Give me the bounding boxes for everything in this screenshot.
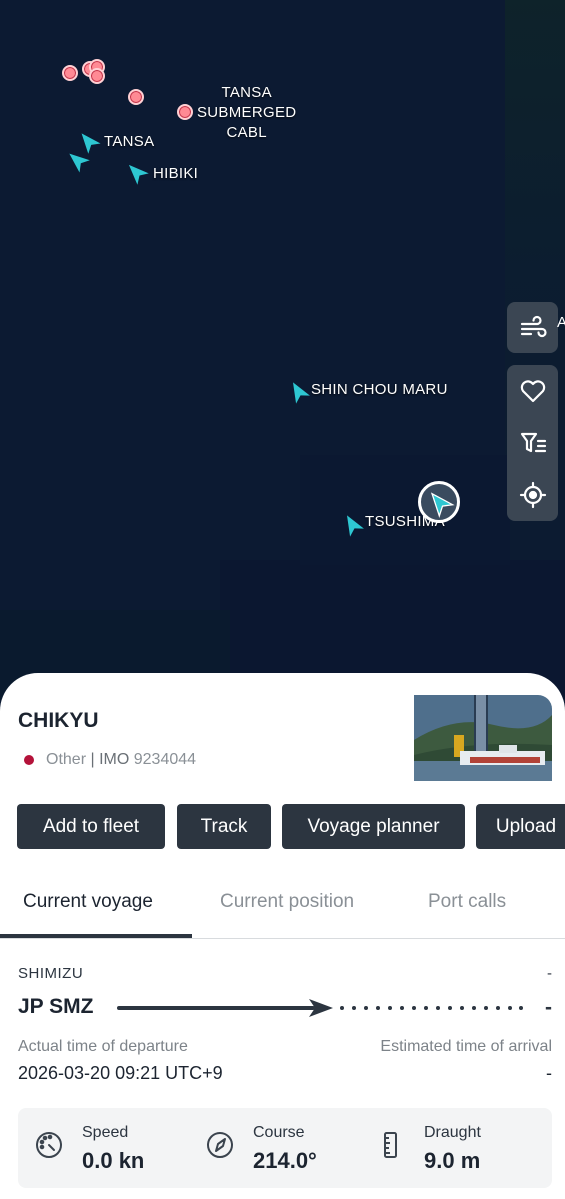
map-label-shin-chou-maru: SHIN CHOU MARU (311, 381, 448, 398)
map-label-hibiki: HIBIKI (153, 165, 199, 182)
voyage-planner-button[interactable]: Voyage planner (282, 804, 465, 849)
tab-current-position[interactable]: Current position (220, 891, 354, 913)
action-bar: Add to fleet Track Voyage planner Upload (17, 804, 565, 850)
tab-port-calls[interactable]: Port calls (428, 891, 506, 913)
course-value: 214.0° (253, 1148, 317, 1173)
map-marker-dot[interactable] (128, 89, 144, 105)
heart-icon[interactable] (513, 371, 553, 411)
departure-code[interactable]: JP SMZ (18, 995, 93, 1019)
ship-marker-icon[interactable] (282, 375, 315, 408)
map-label-tansa: TANSA (104, 133, 155, 150)
wind-layer-button[interactable] (507, 302, 558, 353)
compass-icon (207, 1132, 233, 1158)
depth-shade (300, 455, 510, 565)
atd-label: Actual time of departure (18, 1038, 188, 1055)
map-marker-dot[interactable] (62, 65, 78, 81)
upload-button[interactable]: Upload (476, 804, 565, 849)
meta-separator: | (90, 751, 95, 768)
tab-current-voyage[interactable]: Current voyage (23, 891, 153, 913)
eta-label: Estimated time of arrival (380, 1038, 552, 1055)
vessel-stats: Speed 0.0 kn Course 214.0° Draught 9.0 m (18, 1108, 552, 1188)
add-to-fleet-button[interactable]: Add to fleet (17, 804, 165, 849)
arrival-code[interactable]: - (545, 996, 552, 1020)
speed-label: Speed (82, 1124, 129, 1141)
course-label: Course (253, 1124, 305, 1141)
vessel-meta: Other | IMO 9234044 (46, 751, 196, 769)
draught-label: Draught (424, 1124, 481, 1141)
selected-vessel-marker-icon[interactable] (418, 481, 460, 523)
wind-icon (513, 308, 553, 348)
vessel-photo[interactable] (414, 695, 552, 781)
imo-value: 9234044 (133, 751, 197, 768)
eta-value: - (546, 1063, 552, 1083)
vessel-type: Other (46, 751, 87, 768)
map-label-tansa-cable: TANSA SUBMERGED CABL (197, 84, 297, 141)
vessel-name: CHIKYU (18, 709, 99, 732)
active-tab-indicator (0, 934, 192, 938)
map-controls-group (507, 365, 558, 521)
speed-value: 0.0 kn (82, 1148, 145, 1173)
ruler-icon (384, 1132, 397, 1158)
route-progress-icon (117, 999, 523, 1017)
locate-icon[interactable] (513, 475, 553, 515)
arrival-port: - (547, 965, 552, 982)
departure-port: SHIMIZU (18, 965, 84, 982)
imo-label: IMO (99, 751, 130, 768)
map-marker-dot[interactable] (177, 104, 193, 120)
track-button[interactable]: Track (177, 804, 271, 849)
draught-value: 9.0 m (424, 1148, 481, 1173)
map-view[interactable]: TANSA SUBMERGED CABL TANSA HIBIKI SHIN C… (0, 0, 565, 700)
ship-marker-icon[interactable] (119, 155, 153, 189)
map-marker-dot[interactable] (89, 68, 105, 84)
map-edge-label: A (557, 314, 565, 331)
atd-value: 2026-03-20 09:21 UTC+9 (18, 1063, 223, 1083)
speedometer-icon (36, 1132, 62, 1158)
filter-list-icon[interactable] (513, 423, 553, 463)
detail-tabs: Current voyage Current position Port cal… (0, 873, 565, 939)
vessel-detail-panel: CHIKYU Other | IMO 9234044 Add to fleet … (0, 673, 565, 1199)
flag-icon (24, 755, 34, 765)
